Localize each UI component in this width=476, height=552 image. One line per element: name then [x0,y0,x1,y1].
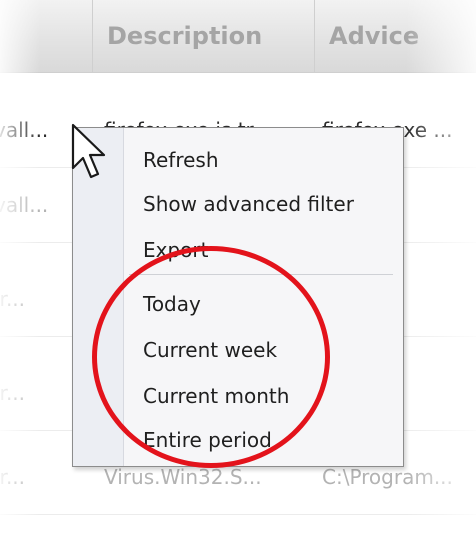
menu-item-today[interactable]: Today [143,282,201,326]
column-header-description[interactable]: Description [92,0,314,72]
column-header-advice[interactable]: Advice [314,0,476,72]
column-header-name[interactable] [0,0,90,72]
menu-item-export[interactable]: Export [143,228,208,272]
menu-item-refresh[interactable]: Refresh [143,138,219,182]
context-menu: Refresh Show advanced filter Export Toda… [72,127,404,467]
menu-item-show-advanced-filter[interactable]: Show advanced filter [143,182,354,226]
menu-separator [129,274,393,275]
mouse-pointer-icon [71,123,106,179]
menu-item-current-week[interactable]: Current week [143,328,277,372]
menu-item-current-month[interactable]: Current month [143,374,289,418]
menu-item-entire-period[interactable]: Entire period [143,418,272,462]
table-header: Description Advice [0,0,476,73]
